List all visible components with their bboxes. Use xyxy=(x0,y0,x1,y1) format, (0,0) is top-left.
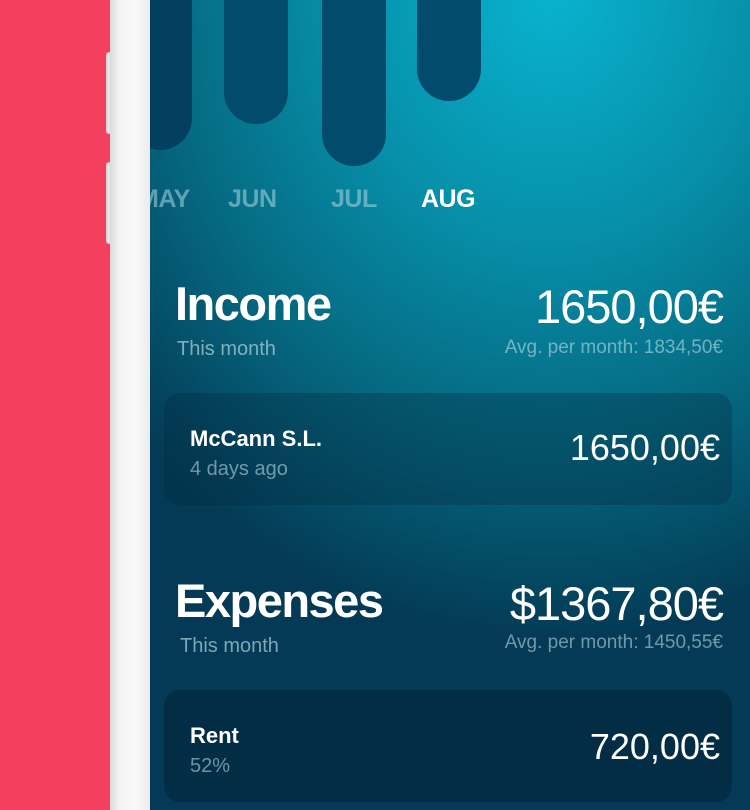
income-item-amount: 1650,00€ xyxy=(569,427,720,468)
app-screen: MAY JUN JUL AUG Income This month 1650,0… xyxy=(150,0,750,810)
month-label-jul[interactable]: JUL xyxy=(331,185,377,214)
chart-bar-aug[interactable] xyxy=(417,0,481,101)
expenses-subtitle: This month xyxy=(180,635,279,657)
chart-bar-may[interactable] xyxy=(150,0,192,150)
background xyxy=(0,0,112,810)
expense-item-name: Rent xyxy=(190,723,239,748)
chart-bar-jun[interactable] xyxy=(224,0,288,124)
income-title: Income xyxy=(175,277,332,330)
expense-item-card[interactable]: Rent 52% 720,00€ xyxy=(164,690,732,802)
month-label-may[interactable]: MAY xyxy=(150,185,190,214)
month-label-jun[interactable]: JUN xyxy=(228,185,277,214)
month-label-aug[interactable]: AUG xyxy=(421,185,476,214)
income-amount: 1650,00€ xyxy=(534,280,724,333)
income-average: Avg. per month: 1834,50€ xyxy=(504,337,723,358)
income-subtitle: This month xyxy=(177,338,276,360)
income-item-card[interactable]: McCann S.L. 4 days ago 1650,00€ xyxy=(164,393,732,505)
expense-item-percent: 52% xyxy=(190,755,231,777)
expenses-average: Avg. per month: 1450,55€ xyxy=(504,632,723,653)
expenses-title: Expenses xyxy=(175,574,384,627)
income-item-date: 4 days ago xyxy=(190,458,288,480)
income-item-name: McCann S.L. xyxy=(190,426,323,451)
phone-frame xyxy=(110,0,152,810)
expense-item-amount: 720,00€ xyxy=(589,726,720,767)
chart-bar-jul[interactable] xyxy=(322,0,386,166)
expenses-amount: $1367,80€ xyxy=(509,577,724,630)
